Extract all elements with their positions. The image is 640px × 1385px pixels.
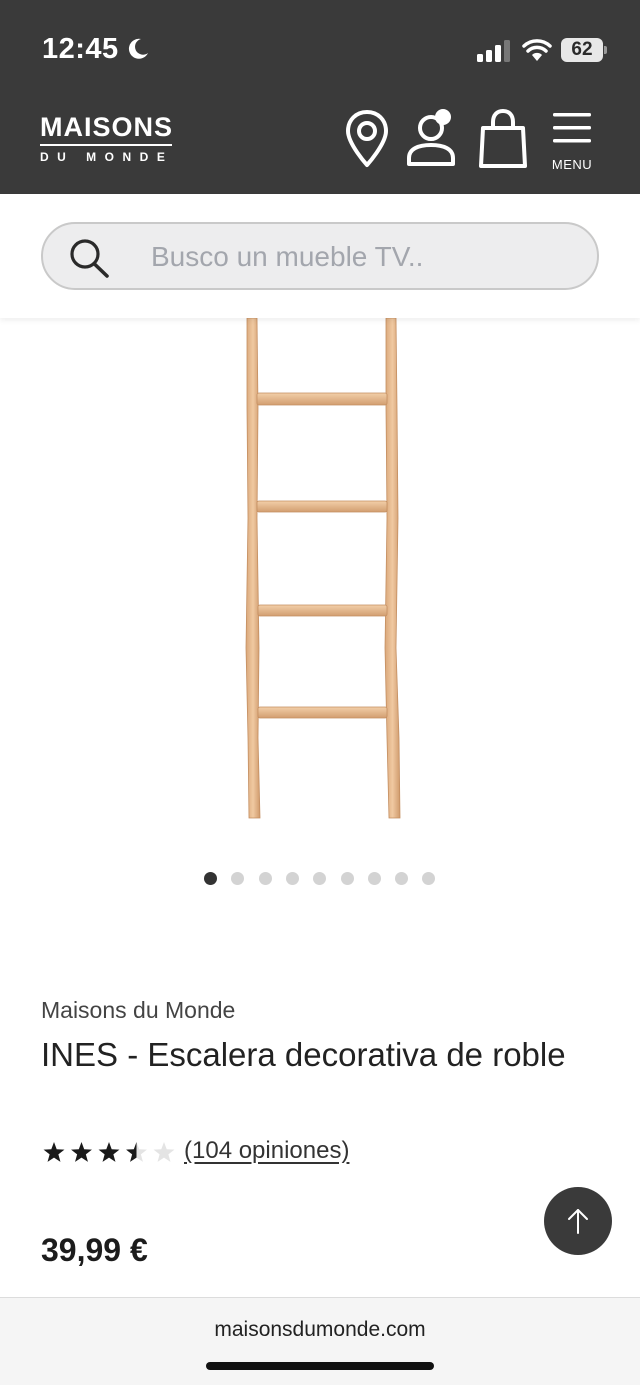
moon-icon — [128, 38, 148, 59]
carousel-dot[interactable] — [285, 872, 299, 885]
cellular-signal-icon — [477, 40, 510, 62]
product-rating[interactable]: (104 opiniones) — [41, 1137, 381, 1169]
search-section — [0, 194, 640, 318]
status-bar: 12:45 62 — [0, 0, 640, 100]
top-bar: 12:45 62 MAISONS DU MONDE MENU — [0, 0, 640, 194]
carousel-dot[interactable] — [367, 872, 381, 885]
reviews-link[interactable]: (104 opiniones) — [184, 1137, 349, 1165]
store-locator-icon[interactable] — [343, 108, 391, 170]
search-bar[interactable] — [41, 222, 599, 290]
star-icon — [126, 1142, 147, 1162]
arrow-up-icon — [568, 1209, 588, 1234]
product-image-carousel[interactable] — [0, 318, 640, 858]
star-icon — [98, 1142, 120, 1162]
account-icon[interactable] — [405, 108, 467, 168]
star-icon — [71, 1142, 92, 1162]
menu-button[interactable]: MENU — [549, 110, 595, 178]
rating-stars — [43, 1142, 175, 1162]
scroll-to-top-button[interactable] — [544, 1187, 612, 1255]
carousel-dot[interactable] — [313, 872, 327, 885]
wifi-icon — [522, 39, 552, 61]
home-indicator[interactable] — [206, 1362, 434, 1370]
logo-main-text: MAISONS — [40, 112, 174, 142]
logo-sub-text: DU MONDE — [40, 150, 174, 164]
battery-nub — [604, 46, 607, 54]
carousel-dot[interactable] — [340, 872, 354, 885]
logo-divider — [40, 144, 172, 146]
carousel-dot[interactable] — [395, 872, 409, 885]
carousel-dot[interactable] — [422, 872, 436, 885]
carousel-dot[interactable] — [231, 872, 245, 885]
search-icon[interactable] — [67, 237, 111, 279]
shopping-bag-icon[interactable] — [477, 108, 529, 170]
star-icon — [153, 1142, 175, 1162]
hamburger-icon — [553, 113, 591, 143]
browser-bottom-bar: maisonsdumonde.com — [0, 1297, 640, 1385]
product-title: INES - Escalera decorativa de roble — [41, 1036, 566, 1073]
carousel-pagination — [198, 868, 448, 888]
product-price: 39,99 € — [41, 1232, 148, 1268]
status-time: 12:45 — [42, 33, 119, 65]
carousel-dot[interactable] — [258, 872, 272, 885]
ladder-product-image — [245, 318, 401, 819]
menu-label: MENU — [551, 157, 593, 172]
star-icon — [43, 1142, 65, 1162]
product-brand[interactable]: Maisons du Monde — [41, 997, 235, 1024]
search-input[interactable] — [151, 236, 571, 278]
browser-url[interactable]: maisonsdumonde.com — [0, 1318, 640, 1342]
carousel-dot[interactable] — [204, 872, 217, 885]
battery-level: 62 — [561, 38, 603, 62]
battery-indicator: 62 — [561, 38, 607, 62]
brand-logo[interactable]: MAISONS DU MONDE — [40, 113, 180, 169]
